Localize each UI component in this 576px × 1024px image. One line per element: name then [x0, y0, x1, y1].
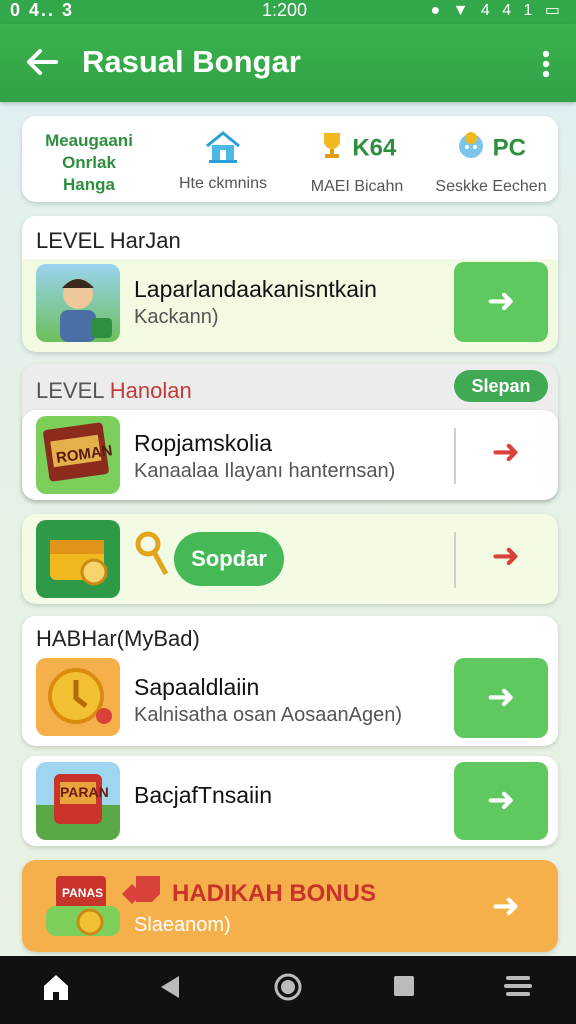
page-title: Rasual Bongar: [82, 44, 301, 79]
section-title-accent: Hanolan: [109, 378, 192, 403]
bonus-title: HADIKAH BONUS: [172, 880, 376, 907]
row-subtitle: Kackann): [134, 306, 219, 328]
bonus-subtitle: Slaeanom): [134, 914, 231, 936]
list-item-bacjaftnsaiin[interactable]: PARAN BacjafTnsaiin ➜: [22, 756, 558, 846]
go-button[interactable]: ➜: [454, 262, 548, 342]
stat-trophy-value-row: K64: [290, 130, 424, 168]
avatar-thumbnail: [36, 264, 120, 342]
stat-trophy[interactable]: K64 MAEI Bicahn: [290, 116, 424, 202]
row-title: Laparlandaakanisntkain: [134, 276, 377, 302]
stat-summary: Meaugaani Onrlak Hanga: [22, 116, 156, 202]
row-title: Sapaaldlaiin: [134, 674, 260, 700]
paran-thumbnail: PARAN: [36, 762, 120, 840]
key-icon: [134, 530, 170, 585]
back-arrow-icon[interactable]: [22, 42, 62, 82]
section-title: HABHar(MyBad): [36, 626, 200, 651]
bonus-banner[interactable]: PANAS HADIKAH BONUS Slaeanom) ➜: [22, 860, 558, 952]
divider: [454, 428, 456, 484]
coin-thumbnail: [36, 658, 120, 736]
home-icon[interactable]: [36, 972, 76, 1008]
thumb-text: PANAS: [62, 886, 104, 900]
section-habhar: HABHar(MyBad) Sapaaldlaiin Kalnisatha os…: [22, 616, 558, 746]
system-nav-bar: [0, 956, 576, 1024]
home-circle-icon[interactable]: [268, 972, 308, 1008]
row-subtitle: Kanaalaa Ilayanı hanternsan): [134, 460, 396, 482]
arrow-right-icon[interactable]: ➜: [492, 432, 521, 472]
section-level-harjan: LEVEL HarJan Laparlandaakanisntkain Kack…: [22, 216, 558, 352]
section-title-prefix: LEVEL: [36, 378, 110, 403]
go-button[interactable]: ➜: [454, 658, 548, 738]
thumb-text: PARAN: [60, 784, 109, 800]
go-button[interactable]: ➜: [454, 762, 548, 840]
spotlight-pill[interactable]: Sopdar: [174, 532, 284, 586]
back-triangle-icon[interactable]: [150, 972, 190, 1008]
section-title: LEVEL HarJan: [36, 228, 181, 253]
arrow-right-icon: ➜: [486, 781, 516, 819]
section-title: LEVEL Hanolan: [36, 378, 192, 404]
status-left-icons: 0 4.. 3: [10, 0, 75, 20]
divider: [454, 532, 456, 588]
list-item-ropjamskolia[interactable]: ROMAN Ropjamskolia Kanaalaa Ilayanı hant…: [22, 410, 558, 500]
trophy-icon: [318, 130, 346, 168]
list-item-spotlight[interactable]: Sopdar ➜: [22, 514, 558, 604]
stat-home-label: Hte ckmnins: [178, 175, 268, 192]
status-right-icons: ● ▼ 4 4 1 ▭: [430, 2, 564, 19]
menu-stack-icon[interactable]: [498, 972, 538, 1008]
stat-badge[interactable]: PC Seskke Eechen: [424, 116, 558, 202]
app-bar: Rasual Bongar: [0, 24, 576, 102]
stat-summary-text: Meaugaani Onrlak Hanga: [45, 131, 133, 194]
stat-badge-value: PC: [492, 134, 526, 162]
house-icon: [156, 130, 290, 171]
row-title: Ropjamskolia: [134, 430, 273, 456]
treasure-thumbnail: [36, 520, 120, 598]
status-time: 1:200: [262, 0, 308, 20]
bonus-chest-icon: PANAS: [36, 868, 146, 946]
stat-badge-value-row: PC: [424, 130, 558, 168]
arrow-right-icon: ➜: [486, 678, 516, 716]
row-subtitle: Kalnisatha osan AosaanAgen): [134, 704, 402, 726]
stats-card: Meaugaani Onrlak Hanga Hte ckmnins K64 M…: [22, 116, 558, 202]
more-options-icon[interactable]: [532, 46, 560, 82]
badge-icon: [456, 130, 486, 168]
stat-home[interactable]: Hte ckmnins: [156, 116, 290, 202]
arrow-right-icon[interactable]: ➜: [492, 886, 521, 926]
row-title: BacjafTnsaiin: [134, 782, 273, 808]
roman-thumbnail: ROMAN: [36, 416, 120, 494]
arrow-right-icon: ➜: [486, 282, 516, 320]
bonus-tag-icon: [132, 870, 166, 909]
status-bar: 0 4.. 3 1:200 ● ▼ 4 4 1 ▭: [0, 0, 576, 24]
status-pill[interactable]: Slepan: [454, 370, 548, 402]
stat-trophy-label: MAEI Bicahn: [310, 178, 404, 195]
stat-badge-label: Seskke Eechen: [435, 178, 547, 195]
recents-square-icon[interactable]: [384, 972, 424, 1008]
stat-trophy-value: K64: [352, 134, 397, 162]
arrow-right-icon[interactable]: ➜: [492, 536, 521, 576]
